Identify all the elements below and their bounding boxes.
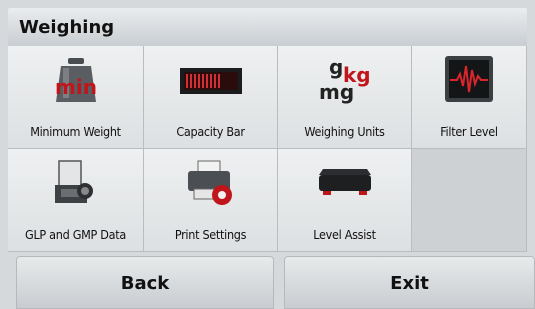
back-button[interactable]: Back bbox=[16, 256, 274, 309]
weighing-menu-screen: Weighing min Minimum Weight Capacity Bar… bbox=[0, 0, 535, 309]
tile-print-settings[interactable]: Print Settings bbox=[144, 149, 278, 252]
tile-capacity-bar[interactable]: Capacity Bar bbox=[144, 46, 278, 149]
tile-label: Minimum Weight bbox=[30, 124, 121, 139]
title-bar: Weighing bbox=[8, 8, 527, 46]
tile-label: Filter Level bbox=[440, 124, 498, 139]
glp-gmp-icon bbox=[54, 160, 93, 203]
exit-button-label: Exit bbox=[390, 273, 429, 294]
tile-label: Weighing Units bbox=[304, 124, 385, 139]
tile-label: Capacity Bar bbox=[176, 124, 245, 139]
level-assist-icon bbox=[318, 169, 371, 195]
print-settings-icon bbox=[187, 160, 232, 205]
svg-text:mg: mg bbox=[319, 80, 354, 104]
minimum-weight-icon: min bbox=[55, 58, 97, 102]
tile-filter-level[interactable]: Filter Level bbox=[412, 46, 527, 149]
capacity-bar-icon bbox=[179, 68, 242, 94]
empty-tile bbox=[412, 149, 527, 252]
svg-text:g: g bbox=[329, 55, 343, 79]
filter-level-icon bbox=[445, 56, 493, 102]
tile-label: Level Assist bbox=[313, 227, 376, 242]
menu-grid: min Minimum Weight Capacity Bar g kg mg bbox=[8, 46, 527, 252]
svg-text:min: min bbox=[55, 75, 97, 99]
page-title: Weighing bbox=[19, 17, 115, 38]
tile-weighing-units[interactable]: g kg mg Weighing Units bbox=[278, 46, 412, 149]
tile-glp-gmp-data[interactable]: GLP and GMP Data bbox=[8, 149, 144, 252]
tile-minimum-weight[interactable]: min Minimum Weight bbox=[8, 46, 144, 149]
back-button-label: Back bbox=[120, 273, 170, 294]
exit-button[interactable]: Exit bbox=[284, 256, 535, 309]
tile-level-assist[interactable]: Level Assist bbox=[278, 149, 412, 252]
tile-label: Print Settings bbox=[174, 227, 247, 242]
weighing-units-icon: g kg mg bbox=[319, 55, 371, 104]
tile-label: GLP and GMP Data bbox=[25, 227, 126, 242]
